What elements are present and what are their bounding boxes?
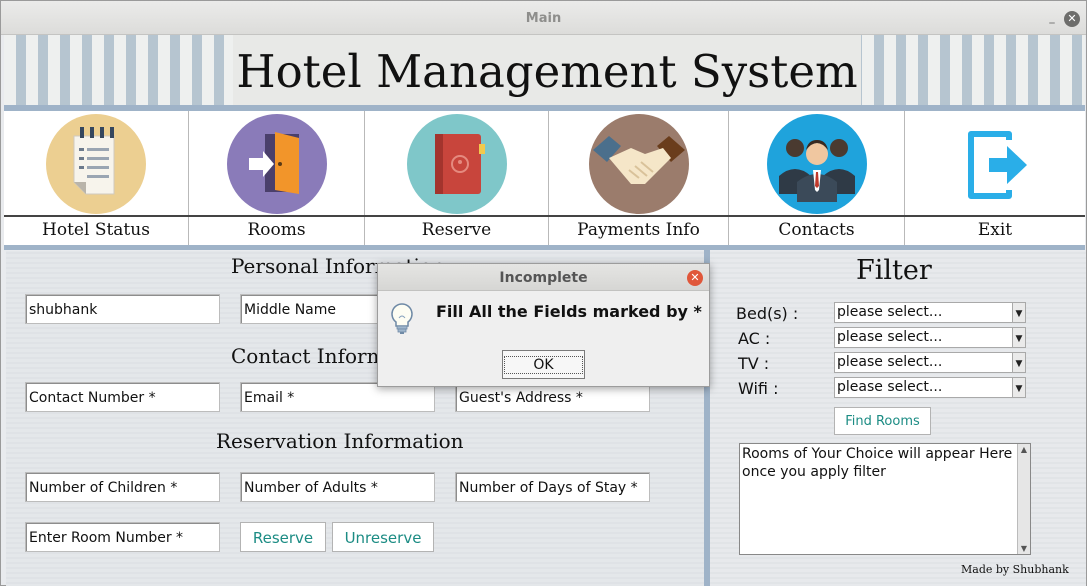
notepad-icon bbox=[46, 114, 146, 214]
ok-button[interactable]: OK bbox=[502, 350, 585, 379]
scroll-down-icon[interactable]: ▼ bbox=[1018, 543, 1030, 554]
close-button[interactable]: ✕ bbox=[1064, 11, 1080, 27]
nav-exit[interactable]: Exit bbox=[905, 111, 1085, 245]
handshake-icon bbox=[589, 114, 689, 214]
room-number-field[interactable]: Enter Room Number * bbox=[25, 522, 220, 552]
nav-reserve-label: Reserve bbox=[421, 220, 492, 240]
dialog-title-bar[interactable]: Incomplete ✕ bbox=[378, 264, 709, 291]
nav-rooms[interactable]: Rooms bbox=[189, 111, 365, 245]
ok-button-label: OK bbox=[504, 356, 583, 374]
wifi-select[interactable]: please select... ▼ bbox=[834, 377, 1026, 398]
header-banner: Hotel Management System bbox=[4, 35, 1085, 107]
filter-panel: Filter Bed(s) : please select... ▼ AC : … bbox=[710, 251, 1086, 586]
title-bar[interactable]: Main _ ✕ bbox=[1, 1, 1086, 35]
chevron-down-icon[interactable]: ▼ bbox=[1012, 353, 1025, 372]
lightbulb-icon bbox=[390, 302, 414, 336]
nav-hotel-status[interactable]: Hotel Status bbox=[4, 111, 189, 245]
chevron-down-icon[interactable]: ▼ bbox=[1012, 328, 1025, 347]
ac-select-value: please select... bbox=[837, 329, 943, 345]
main-window: Main _ ✕ Hotel Management System Hotel S… bbox=[0, 0, 1087, 586]
results-textarea[interactable]: Rooms of Your Choice will appear Here on… bbox=[739, 443, 1031, 555]
dialog-message: Fill All the Fields marked by * bbox=[436, 302, 702, 321]
nav-reserve[interactable]: Reserve bbox=[365, 111, 549, 245]
results-scrollbar[interactable]: ▲ ▼ bbox=[1017, 444, 1030, 554]
filter-title: Filter bbox=[856, 255, 932, 286]
dialog-close-button[interactable]: ✕ bbox=[687, 270, 703, 286]
dialog-title: Incomplete bbox=[499, 270, 588, 286]
nav-payments-info-label: Payments Info bbox=[577, 220, 700, 240]
wifi-select-value: please select... bbox=[837, 379, 943, 395]
unreserve-button[interactable]: Unreserve bbox=[332, 522, 434, 552]
reserve-button[interactable]: Reserve bbox=[240, 522, 326, 552]
days-of-stay-field[interactable]: Number of Days of Stay * bbox=[455, 472, 650, 502]
find-rooms-button[interactable]: Find Rooms bbox=[834, 407, 931, 435]
adults-count-field[interactable]: Number of Adults * bbox=[240, 472, 435, 502]
nav-bottom-separator bbox=[4, 245, 1085, 250]
children-count-field[interactable]: Number of Children * bbox=[25, 472, 220, 502]
nav-separator bbox=[4, 215, 1085, 217]
nav-payments-info[interactable]: Payments Info bbox=[549, 111, 729, 245]
people-icon bbox=[767, 114, 867, 214]
beds-select[interactable]: please select... ▼ bbox=[834, 302, 1026, 323]
window-title: Main bbox=[525, 11, 562, 26]
results-text: Rooms of Your Choice will appear Here on… bbox=[742, 446, 1013, 480]
door-enter-icon bbox=[227, 114, 327, 214]
app-title: Hotel Management System bbox=[236, 45, 858, 98]
book-icon bbox=[407, 114, 507, 214]
title-banner: Hotel Management System bbox=[233, 35, 861, 107]
tv-label: TV : bbox=[738, 354, 770, 373]
nav-contacts[interactable]: Contacts bbox=[729, 111, 905, 245]
nav-bar: Hotel Status Rooms Reserve Payments Info… bbox=[4, 111, 1085, 245]
incomplete-dialog: Incomplete ✕ Fill All the Fields marked … bbox=[377, 263, 710, 387]
tv-select-value: please select... bbox=[837, 354, 943, 370]
reservation-info-title: Reservation Information bbox=[216, 429, 464, 453]
minimize-button[interactable]: _ bbox=[1044, 11, 1060, 27]
nav-rooms-label: Rooms bbox=[247, 220, 306, 240]
nav-exit-label: Exit bbox=[977, 220, 1013, 240]
nav-hotel-status-label: Hotel Status bbox=[42, 220, 150, 240]
ac-label: AC : bbox=[738, 329, 771, 348]
first-name-field[interactable]: shubhank bbox=[25, 294, 220, 324]
chevron-down-icon[interactable]: ▼ bbox=[1012, 303, 1025, 322]
exit-icon bbox=[945, 114, 1045, 214]
beds-label: Bed(s) : bbox=[736, 304, 799, 323]
nav-contacts-label: Contacts bbox=[778, 220, 855, 240]
contact-number-field[interactable]: Contact Number * bbox=[25, 382, 220, 412]
tv-select[interactable]: please select... ▼ bbox=[834, 352, 1026, 373]
wifi-label: Wifi : bbox=[738, 379, 779, 398]
ac-select[interactable]: please select... ▼ bbox=[834, 327, 1026, 348]
credit-text: Made by Shubhank bbox=[961, 563, 1069, 576]
chevron-down-icon[interactable]: ▼ bbox=[1012, 378, 1025, 397]
scroll-up-icon[interactable]: ▲ bbox=[1018, 444, 1030, 455]
beds-select-value: please select... bbox=[837, 304, 943, 320]
